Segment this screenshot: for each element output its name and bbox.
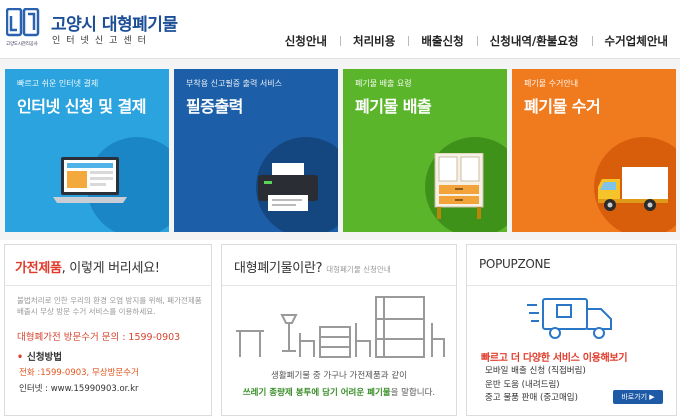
appliance-heading: 가전제품, 이렇게 버리세요! [15,257,160,276]
tile-subtitle: 폐기물 배출 요령 [355,79,412,88]
tile-title: 필증출력 [186,97,243,116]
nav-fees[interactable]: 처리비용 [340,33,408,49]
info-text-highlight: 쓰레기 종량제 봉투에 담기 어려운 폐기물 [242,388,391,398]
tile-title: 폐기물 수거 [524,97,601,116]
tile-subtitle: 폐기물 수거안내 [524,79,579,88]
info-title: 대형폐기물이란? [234,261,323,276]
divider [467,285,676,286]
info-text-line1: 생활폐기물 중 가구나 가전제품과 같이 [271,371,407,381]
tile-waste-disposal[interactable]: 폐기물 배출 요령 폐기물 배출 [343,69,507,232]
tile-subtitle: 부착용 신고필증 출력 서비스 [186,79,282,88]
popup-service-list: 모바일 배출 신청 (직접버림) 운반 도움 (내려드림) 중고 물품 판매 (… [485,365,586,406]
popup-zone-title: POPUPZONE [479,257,551,271]
divider [5,285,211,286]
info-text-rest: 을 말합니다. [390,388,436,398]
logo-org-name: 고양도시관리공사 [6,42,38,47]
appliance-description: 불법처리로 인한 우리의 환경 오염 방지를 위해, 폐가전제품 배출시 무상 … [17,296,202,316]
list-item: 중고 물품 판매 (중고매입) [485,393,578,403]
method-title: 신청방법 [17,349,62,363]
web-method-link[interactable]: 인터넷 : www.15990903.or.kr [19,382,139,394]
site-header: 고양도시관리공사 고양시 대형폐기물 인터넷신고센터 신청안내 처리비용 배출신… [0,0,680,58]
list-item: 모바일 배출 신청 (직접버림) [485,366,586,376]
furniture-illustration [236,296,445,358]
truck-icon [598,167,668,211]
main-nav: 신청안내 처리비용 배출신청 신청내역/환불요청 수거업체안내 [272,33,668,49]
site-title: 고양시 대형폐기물 [51,15,178,35]
nav-disposal-request[interactable]: 배출신청 [408,33,476,49]
nav-apply-guide[interactable]: 신청안내 [272,33,340,49]
tile-title: 인터넷 신청 및 결제 [17,97,146,116]
popup-slogan: 빠르고 더 다양한 서비스 이용해보기 [481,353,628,364]
tile-title: 폐기물 배출 [355,97,432,116]
site-logo[interactable]: 고양도시관리공사 고양시 대형폐기물 인터넷신고센터 [6,8,178,48]
appliance-disposal-panel: 가전제품, 이렇게 버리세요! 불법처리로 인한 우리의 환경 오염 방지를 위… [4,244,212,416]
go-shortcut-button[interactable]: 바로가기 ▶ [613,390,663,404]
info-heading: 대형폐기물이란? 대형폐기물 신청안내 [234,257,391,276]
nav-collector-info[interactable]: 수거업체안내 [591,33,668,49]
cabinet-icon [434,153,484,219]
tile-waste-collection[interactable]: 폐기물 수거안내 폐기물 수거 [512,69,676,232]
appliance-heading-rest: , 이렇게 버리세요! [61,261,160,276]
divider [222,285,456,286]
delivery-truck-icon [527,298,612,339]
appliance-heading-highlight: 가전제품 [15,261,62,276]
phone-method: 전화 :1599-0903, 무상방문수거 [19,368,139,378]
appliance-phone-line: 대형폐가전 방문수거 문의 : 1599-0903 [17,332,181,343]
site-subtitle: 인터넷신고센터 [52,36,152,46]
popup-zone-panel: POPUPZONE 빠르고 더 다양한 서비스 이용해보기 모바일 배출 신청 … [466,244,677,416]
list-item: 운반 도움 (내려드림) [485,379,560,390]
nav-history-refund[interactable]: 신청내역/환불요청 [476,33,592,49]
tile-subtitle: 빠르고 쉬운 인터넷 결제 [17,79,99,88]
tile-print-certificate[interactable]: 부착용 신고필증 출력 서비스 필증출력 [174,69,338,232]
printer-icon [258,163,318,211]
large-waste-info-panel: 대형폐기물이란? 대형폐기물 신청안내 생활폐기물 중 가구나 가전제품과 같이 … [221,244,457,416]
laptop-icon [53,157,127,203]
tile-online-apply[interactable]: 빠르고 쉬운 인터넷 결제 인터넷 신청 및 결제 [5,69,169,232]
info-text-line2: 쓰레기 종량제 봉투에 담기 어려운 폐기물을 말합니다. [222,386,456,398]
info-tag: 대형폐기물 신청안내 [326,265,391,274]
